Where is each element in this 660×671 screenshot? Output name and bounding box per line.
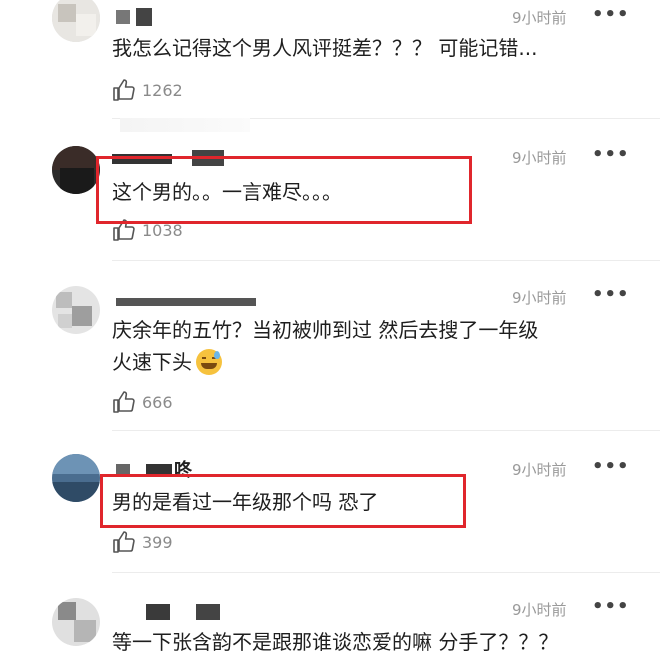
highlight-box	[100, 474, 466, 528]
comment-time: 9小时前	[512, 149, 567, 167]
thumbs-up-icon	[113, 531, 135, 553]
username[interactable]	[112, 290, 262, 310]
divider	[112, 572, 660, 573]
avatar[interactable]	[52, 286, 100, 334]
comment-text: 我怎么记得这个男人风评挺差？？？ 可能记错...	[112, 36, 538, 60]
like-button[interactable]: 1262	[112, 78, 183, 102]
avatar[interactable]	[52, 598, 100, 646]
like-button[interactable]: 666	[112, 390, 173, 414]
grinning-sweat-emoji-icon	[196, 348, 222, 375]
thumbs-up-icon	[113, 391, 135, 413]
comment-time: 9小时前	[512, 601, 567, 619]
comment-text: 庆余年的五竹？当初被帅到过 然后去搜了一年级	[112, 318, 539, 342]
more-dots-icon[interactable]: •••	[592, 146, 630, 164]
comment-time: 9小时前	[512, 9, 567, 27]
highlight-box	[96, 156, 472, 224]
comment-time: 9小时前	[512, 289, 567, 307]
more-dots-icon[interactable]: •••	[592, 286, 630, 304]
username[interactable]	[112, 602, 242, 622]
more-dots-icon[interactable]: •••	[592, 458, 630, 476]
username[interactable]	[112, 8, 162, 28]
like-button[interactable]: 399	[112, 530, 173, 554]
like-count: 399	[142, 532, 173, 552]
divider	[112, 260, 660, 261]
more-dots-icon[interactable]: •••	[592, 598, 630, 616]
like-count: 666	[142, 392, 173, 412]
like-count: 1262	[142, 80, 183, 100]
thumbs-up-icon	[113, 79, 135, 101]
divider	[112, 430, 660, 431]
comment-time: 9小时前	[512, 461, 567, 479]
avatar[interactable]	[52, 146, 100, 194]
more-dots-icon[interactable]: •••	[592, 6, 630, 24]
comment-text-continued: 火速下头	[112, 350, 192, 374]
image-artifact	[120, 118, 250, 132]
comment-text: 等一下张含韵不是跟那谁谈恋爱的嘛 分手了？？？	[112, 630, 559, 654]
avatar[interactable]	[52, 454, 100, 502]
avatar[interactable]	[52, 0, 100, 42]
comment-text-line2: 火速下头	[112, 348, 222, 377]
